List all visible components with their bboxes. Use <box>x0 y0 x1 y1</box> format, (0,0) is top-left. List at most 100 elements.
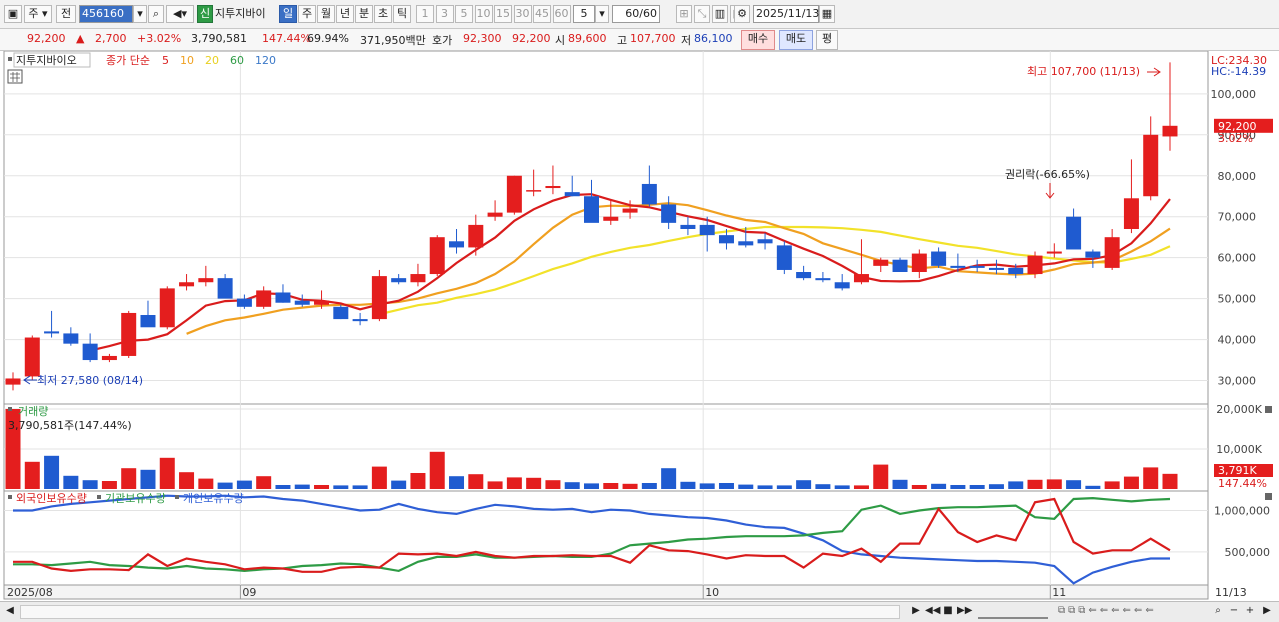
stock-code-input[interactable]: 456160 <box>79 5 133 23</box>
rewind-icon[interactable]: ◀◀ <box>925 605 940 619</box>
candle-body <box>256 290 272 307</box>
count-input[interactable]: 5 <box>573 5 595 23</box>
candle-body <box>1143 134 1159 197</box>
sound-icon[interactable]: ◀▾ <box>166 5 194 23</box>
market-select[interactable]: 주 ▾ <box>24 5 52 23</box>
screen-menu-icon[interactable]: ▣ <box>4 5 22 23</box>
high-price: 107,700 <box>630 32 676 45</box>
chart-area: 30,000 40,000 50,000 60,000 70,000 80,000 90,0… <box>0 50 1279 601</box>
stop-icon[interactable]: ■ <box>942 605 954 619</box>
legend-bullet <box>8 57 12 61</box>
date-label: 2025/08 <box>7 586 53 599</box>
volume-bar <box>410 473 426 489</box>
volume-bar <box>1085 485 1101 489</box>
volume-tick-label: 20,000K <box>1216 403 1262 416</box>
search-icon[interactable]: ⌕ <box>148 5 164 23</box>
network-icon[interactable]: ⊞ <box>676 5 692 23</box>
current-price: 92,200 <box>27 32 66 45</box>
play-icon[interactable]: ▶ <box>910 605 922 619</box>
period-tab-3[interactable]: 년 <box>336 5 354 23</box>
legend-ma-120: 120 <box>255 54 276 67</box>
open-label: 시 <box>555 34 566 47</box>
minute-button-60[interactable]: 60 <box>552 5 571 23</box>
change-percent: +3.02% <box>137 32 182 45</box>
candle-body <box>1104 237 1120 268</box>
volume-bar <box>371 466 387 489</box>
minute-buttons: 1 3 5 10 15 30 45 60 <box>416 5 572 23</box>
volume-ratio: 147.44% <box>262 32 311 45</box>
candle-body <box>179 282 195 287</box>
ratio-input[interactable]: 60/60 <box>612 5 660 23</box>
minute-button-5[interactable]: 5 <box>455 5 473 23</box>
candle-body <box>738 241 754 246</box>
minute-button-10[interactable]: 10 <box>474 5 493 23</box>
volume-bar <box>217 482 233 489</box>
candle-body <box>429 237 445 275</box>
volume-bar <box>584 483 599 489</box>
zoom-icon[interactable]: ⌕ <box>1212 605 1224 619</box>
volume-pane-menu-icon <box>1265 406 1272 413</box>
chart-type-icon[interactable]: ▥ <box>712 5 728 23</box>
bid-label: 호가 <box>432 34 453 47</box>
candle-body <box>622 208 638 213</box>
gear-icon[interactable]: ⚙ <box>734 5 750 23</box>
zoom-out-icon[interactable]: − <box>1228 605 1240 619</box>
scroll-right-icon[interactable]: ▶ <box>1260 605 1274 619</box>
period-tab-0[interactable]: 일 <box>279 5 297 23</box>
high-label: 고 <box>617 34 628 47</box>
trade-amount: 371,950백만 <box>360 34 426 47</box>
forward-icon[interactable]: ▶▶ <box>957 605 972 619</box>
price-tick-label: 40,000 <box>1218 334 1257 347</box>
sell-button[interactable]: 매도 <box>779 30 813 50</box>
market-label: 주 <box>28 7 39 20</box>
holdings-tick-label: 1,000,000 <box>1214 505 1270 518</box>
volume-bar <box>101 481 117 489</box>
legend-ma-20: 20 <box>205 54 219 67</box>
volume-info: 3,790,581주(147.44%) <box>8 419 132 432</box>
prev-button[interactable]: 전 <box>56 5 76 23</box>
minute-button-3[interactable]: 3 <box>435 5 454 23</box>
candle-body <box>699 224 715 236</box>
volume-bar <box>179 472 195 489</box>
buy-button[interactable]: 매수 <box>741 30 775 50</box>
period-tab-2[interactable]: 월 <box>317 5 335 23</box>
code-dropdown-icon[interactable]: ▾ <box>133 5 147 23</box>
period-tab-6[interactable]: 틱 <box>393 5 411 23</box>
scroll-left-icon[interactable]: ◀ <box>4 605 16 619</box>
minute-button-30[interactable]: 30 <box>513 5 532 23</box>
volume-bar <box>275 485 291 489</box>
chart-tools-icons[interactable]: ⧉⧉⧉⇐⇐⇐⇐⇐⇐ <box>1058 605 1208 619</box>
minute-button-15[interactable]: 15 <box>494 5 512 23</box>
minute-button-45[interactable]: 45 <box>533 5 551 23</box>
minute-button-1[interactable]: 1 <box>416 5 434 23</box>
average-button[interactable]: 평 <box>816 30 838 50</box>
period-tab-5[interactable]: 초 <box>374 5 392 23</box>
zoom-slider[interactable] <box>978 605 1048 619</box>
draw-line-icon[interactable]: ⤡ <box>694 5 710 23</box>
candle-body <box>526 190 542 192</box>
date-axis <box>3 584 1209 600</box>
holdings-pane <box>3 490 1209 586</box>
count-dropdown-icon[interactable]: ▾ <box>595 5 609 23</box>
scroll-track[interactable] <box>20 605 900 619</box>
volume-last-pct: 147.44% <box>1218 477 1267 490</box>
volume-bar <box>699 483 715 489</box>
date-input[interactable]: 2025/11/13 <box>753 5 819 23</box>
volume-bar <box>718 483 734 489</box>
period-tab-4[interactable]: 분 <box>355 5 373 23</box>
stock-chart[interactable]: 30,00040,00050,00060,00070,00080,00090,0… <box>0 50 1279 601</box>
volume-bar <box>44 455 60 489</box>
zoom-in-icon[interactable]: + <box>1244 605 1256 619</box>
period-tabs: 일주월년분초틱 <box>279 5 413 23</box>
volume-bar <box>988 484 1004 489</box>
low-price: 86,100 <box>694 32 733 45</box>
candle-body <box>63 333 79 344</box>
holdings-legend-bullet <box>175 495 179 499</box>
volume-bar <box>391 480 407 489</box>
candle-body <box>603 216 619 221</box>
price-change: 2,700 <box>95 32 127 45</box>
high-annotation: 최고 107,700 (11/13) <box>1027 65 1140 78</box>
calendar-icon[interactable]: ▦ <box>819 5 835 23</box>
period-tab-1[interactable]: 주 <box>298 5 316 23</box>
candle-body <box>564 192 580 197</box>
